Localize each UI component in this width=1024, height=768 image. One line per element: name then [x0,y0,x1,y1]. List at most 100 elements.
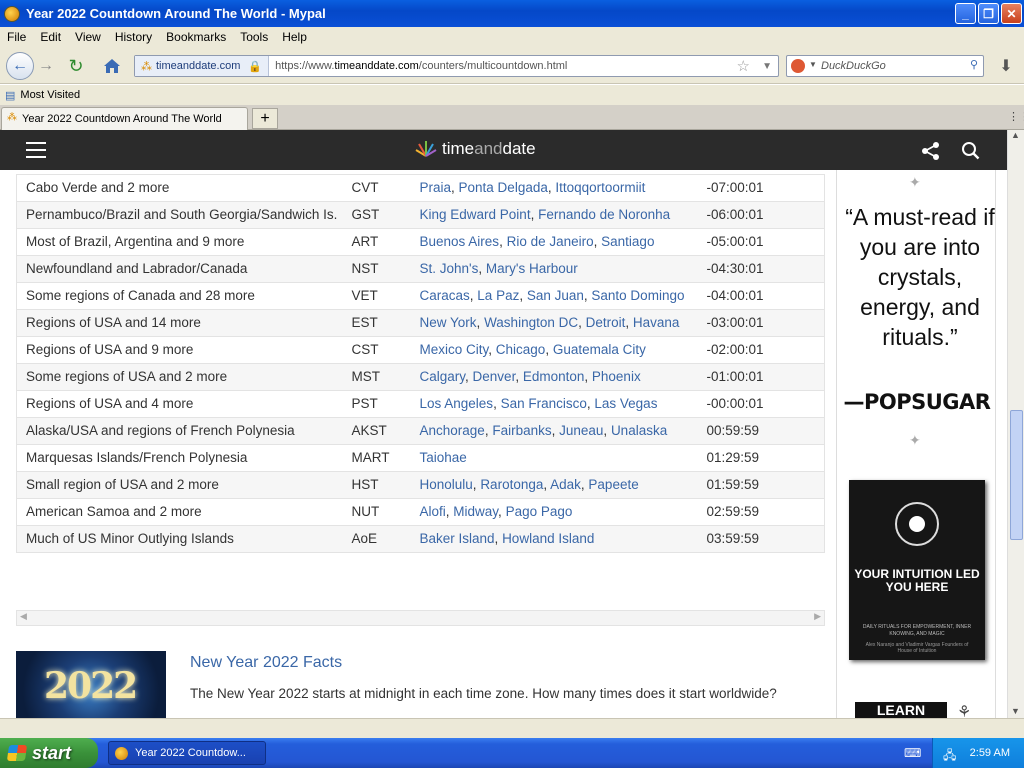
menu-edit[interactable]: Edit [40,30,61,44]
tab-favicon-icon: ⁂ [7,112,17,123]
city-link[interactable]: Havana [633,315,680,330]
scroll-down-icon[interactable]: ▼ [1011,706,1020,716]
clock[interactable]: 2:59 AM [970,747,1010,759]
address-bar[interactable]: ⁂ timeanddate.com 🔒 https://www.timeandd… [134,55,779,77]
share-icon[interactable] [921,141,941,166]
search-engine-dropdown-icon[interactable]: ▼ [809,60,817,69]
menu-tools[interactable]: Tools [240,30,268,44]
search-input[interactable]: ▼ DuckDuckGo ⚲ [786,55,984,77]
city-link[interactable]: La Paz [477,288,519,303]
city-link[interactable]: Mexico City [420,342,489,357]
table-horizontal-scrollbar[interactable]: ◀ ▶ [16,610,825,626]
book-cover-image[interactable]: YOUR INTUITION LED YOU HERE DAILY RITUAL… [849,480,985,660]
city-link[interactable]: St. John's [420,261,479,276]
learn-more-button[interactable]: LEARN MORE [855,702,947,718]
table-row: Regions of USA and 14 more EST New York, W… [16,309,825,337]
start-button[interactable]: start [0,738,98,768]
scroll-right-icon[interactable]: ▶ [814,611,821,622]
menu-view[interactable]: View [75,30,101,44]
city-link[interactable]: Detroit [586,315,626,330]
keyboard-icon[interactable]: ⌨ [904,746,921,760]
city-link[interactable]: San Francisco [501,396,587,411]
city-link[interactable]: Juneau [559,423,603,438]
url-text[interactable]: https://www.timeanddate.com/counters/mul… [269,60,567,72]
app-icon [4,5,20,22]
city-link[interactable]: Fernando de Noronha [538,207,670,222]
cities-cell: Caracas, La Paz, San Juan, Santo Domingo [419,282,707,310]
tab-active[interactable]: ⁂ Year 2022 Countdown Around The World [1,107,248,130]
city-link[interactable]: Papeete [588,477,638,492]
forward-arrow-icon[interactable]: → [32,52,60,80]
scroll-up-icon[interactable]: ▲ [1011,130,1020,140]
city-link[interactable]: Alofi [420,504,446,519]
new-year-fireworks-image[interactable]: 2022 [16,651,166,718]
bookmark-most-visited[interactable]: Most Visited [20,89,80,101]
city-link[interactable]: Buenos Aires [420,234,500,249]
table-row: Pernambuco/Brazil and South Georgia/Sand… [16,201,825,229]
reload-icon[interactable]: ↻ [62,52,90,80]
plant-icon: ⚘ [957,704,972,718]
city-link[interactable]: Washington DC [484,315,578,330]
city-link[interactable]: Las Vegas [594,396,657,411]
site-search-icon[interactable] [961,141,980,165]
scrollbar-thumb[interactable] [1010,410,1023,540]
scroll-left-icon[interactable]: ◀ [20,611,27,622]
city-link[interactable]: Praia [420,180,452,195]
city-link[interactable]: Los Angeles [420,396,494,411]
city-link[interactable]: Taiohae [420,450,467,465]
city-link[interactable]: Caracas [420,288,470,303]
city-link[interactable]: New York [420,315,477,330]
city-link[interactable]: Denver [473,369,516,384]
city-link[interactable]: San Juan [527,288,584,303]
city-link[interactable]: Ponta Delgada [459,180,548,195]
network-icon[interactable]: 🖧 [943,746,956,767]
city-link[interactable]: Anchorage [420,423,485,438]
city-link[interactable]: Rarotonga [480,477,543,492]
city-link[interactable]: Santiago [601,234,654,249]
city-link[interactable]: Baker Island [420,531,495,546]
site-identity[interactable]: ⁂ timeanddate.com 🔒 [135,56,270,76]
menu-help[interactable]: Help [282,30,307,44]
download-icon[interactable]: ⬇ [992,52,1020,80]
city-link[interactable]: Santo Domingo [591,288,684,303]
table-row: Some regions of USA and 2 more MST Calgary… [16,363,825,391]
bookmark-star-icon[interactable]: ☆ [737,57,750,75]
region-cell: Some regions of USA and 2 more [16,363,352,391]
hamburger-menu-icon[interactable] [26,142,46,158]
city-link[interactable]: Midway [453,504,498,519]
maximize-button[interactable]: ❐ [978,3,999,24]
city-link[interactable]: Mary's Harbour [486,261,578,276]
home-icon[interactable] [98,52,126,80]
city-link[interactable]: Honolulu [420,477,473,492]
search-icon[interactable]: ⚲ [970,58,978,71]
tab-overflow-icon[interactable]: ⋮⋮ [1008,110,1024,123]
city-link[interactable]: Ittoqqortoormiit [555,180,645,195]
city-link[interactable]: Howland Island [502,531,594,546]
city-link[interactable]: Phoenix [592,369,641,384]
url-dropdown-icon[interactable]: ▼ [762,61,772,72]
city-link[interactable]: Edmonton [523,369,585,384]
menu-file[interactable]: File [7,30,26,44]
city-link[interactable]: Pago Pago [506,504,573,519]
close-button[interactable]: ✕ [1001,3,1022,24]
taskbar-item-browser[interactable]: Year 2022 Countdow... [108,741,266,765]
city-link[interactable]: Chicago [496,342,546,357]
city-link[interactable]: Unalaska [611,423,667,438]
facts-title-link[interactable]: New Year 2022 Facts [190,654,342,672]
city-link[interactable]: Calgary [420,369,466,384]
advertisement[interactable]: ✦ “A must-read if you are into crystals,… [836,170,996,718]
city-link[interactable]: Rio de Janeiro [507,234,594,249]
menu-bookmarks[interactable]: Bookmarks [166,30,226,44]
minimize-button[interactable]: _ [955,3,976,24]
city-link[interactable]: King Edward Point [420,207,531,222]
site-logo[interactable]: time and date [414,139,536,159]
city-link[interactable]: Adak [550,477,581,492]
back-arrow-icon[interactable]: ← [6,52,34,80]
page-vertical-scrollbar[interactable]: ▲ ▼ [1007,130,1024,718]
new-tab-button[interactable]: + [252,108,278,129]
city-link[interactable]: Fairbanks [492,423,551,438]
menu-history[interactable]: History [115,30,152,44]
countdown-cell: -01:00:01 [706,363,825,391]
ad-quote: “A must-read if you are into crystals, e… [845,204,995,350]
city-link[interactable]: Guatemala City [553,342,646,357]
